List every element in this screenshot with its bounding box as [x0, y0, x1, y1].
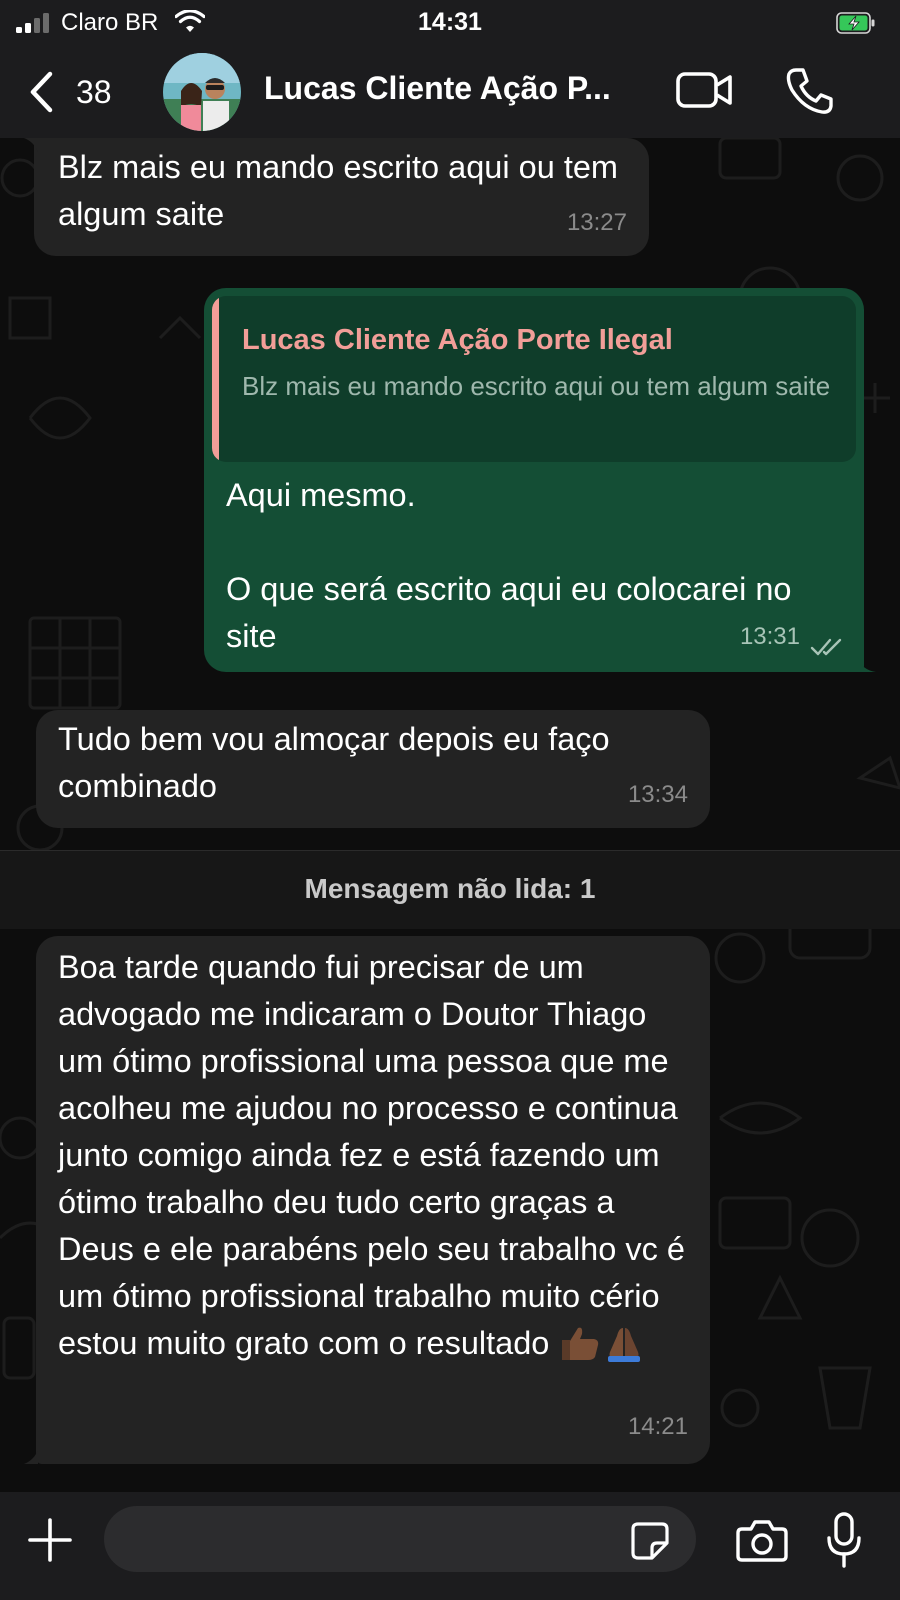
chat-area[interactable]: Blz mais eu mando escrito aqui ou tem al… [0, 138, 900, 1492]
unread-messages-banner: Mensagem não lida: 1 [0, 850, 900, 929]
quote-text: Blz mais eu mando escrito aqui ou tem al… [242, 371, 831, 401]
thumbs-up-emoji [562, 1327, 599, 1360]
message-composer [0, 1492, 900, 1600]
message-text: Tudo bem vou almoçar depois eu faço comb… [58, 721, 619, 804]
folded-hands-emoji [608, 1328, 641, 1362]
status-clock: 14:31 [418, 8, 482, 36]
unread-chats-count: 38 [76, 74, 112, 110]
message-timestamp: 13:31 [739, 623, 800, 650]
contact-name[interactable]: Lucas Cliente Ação P... [264, 70, 644, 107]
chevron-left-icon [30, 71, 53, 113]
unread-banner-text: Mensagem não lida: 1 [304, 873, 596, 904]
double-check-icon [810, 638, 842, 656]
phone-icon[interactable] [784, 66, 834, 116]
plus-icon[interactable] [28, 1518, 72, 1562]
quoted-message[interactable]: Lucas Cliente Ação Porte Ilegal Blz mais… [212, 296, 856, 462]
message-timestamp: 13:27 [566, 209, 627, 236]
quote-accent-bar [212, 296, 219, 462]
message-input[interactable] [104, 1506, 696, 1572]
sticker-icon[interactable] [630, 1521, 670, 1561]
message-text: Blz mais eu mando escrito aqui ou tem al… [58, 149, 628, 232]
quote-author: Lucas Cliente Ação Porte Ilegal [242, 324, 673, 356]
status-bar: Claro BR 14:31 [0, 0, 900, 48]
bubble-tail [24, 1450, 38, 1464]
message-text: Boa tarde quando fui precisar de um advo… [58, 949, 694, 1361]
battery-charging-icon [836, 12, 875, 34]
bubble-tail [858, 658, 876, 672]
message-bubble-incoming[interactable]: Blz mais eu mando escrito aqui ou tem al… [34, 138, 649, 256]
contact-avatar[interactable] [163, 53, 241, 131]
message-bubble-incoming[interactable]: Tudo bem vou almoçar depois eu faço comb… [36, 710, 710, 828]
message-timestamp: 13:34 [627, 781, 688, 808]
message-timestamp: 14:21 [627, 1413, 688, 1440]
back-button[interactable]: 38 [22, 68, 132, 118]
video-camera-icon[interactable] [676, 68, 734, 112]
message-bubble-incoming[interactable]: Boa tarde quando fui precisar de um advo… [36, 936, 710, 1464]
bubble-tail [24, 138, 38, 152]
message-bubble-outgoing[interactable]: Lucas Cliente Ação Porte Ilegal Blz mais… [204, 288, 864, 672]
chat-header: 38 Lucas Cliente Ação P... [0, 48, 900, 138]
microphone-icon[interactable] [826, 1512, 862, 1568]
camera-icon[interactable] [736, 1518, 788, 1562]
